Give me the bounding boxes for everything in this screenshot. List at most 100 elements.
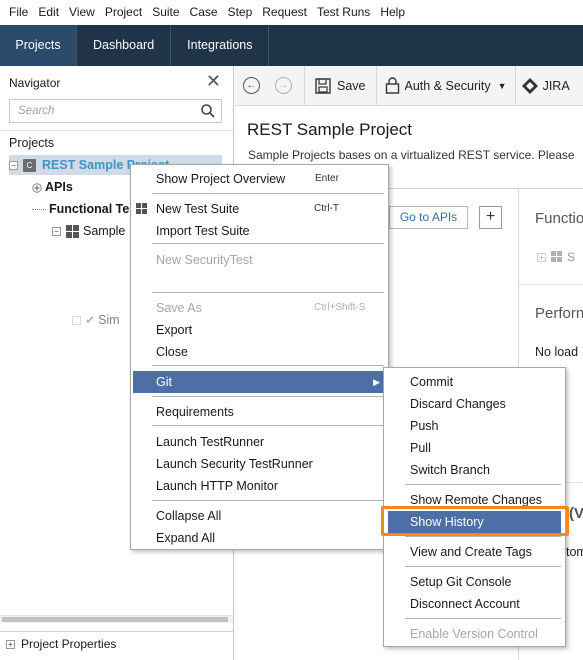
tab-dashboard[interactable]: Dashboard xyxy=(77,25,172,66)
menu-item-git[interactable]: Git ▶ xyxy=(133,371,386,393)
menu-request[interactable]: Request xyxy=(257,0,312,25)
menu-item-push[interactable]: Push xyxy=(384,415,565,437)
apis-label: APIs xyxy=(45,180,73,194)
menu-item-expand-all[interactable]: Expand All xyxy=(131,527,388,549)
menu-step[interactable]: Step xyxy=(223,0,258,25)
menu-item-label: Launch HTTP Monitor xyxy=(156,479,279,493)
navigator-search-input[interactable]: Search xyxy=(9,99,222,123)
auth-security-label: Auth & Security xyxy=(404,78,491,93)
menu-item-label: Launch TestRunner xyxy=(156,435,265,449)
tree-item-apis[interactable]: APIs xyxy=(32,177,73,197)
menu-item-label: Close xyxy=(156,345,188,359)
menu-suite[interactable]: Suite xyxy=(147,0,184,25)
menu-separator xyxy=(152,292,384,293)
menu-item-launch-http-monitor[interactable]: Launch HTTP Monitor xyxy=(131,475,388,497)
menu-test-runs[interactable]: Test Runs xyxy=(312,0,375,25)
menu-item-commit[interactable]: Commit xyxy=(384,371,565,393)
expand-toggle-icon[interactable]: + xyxy=(6,639,15,649)
menu-file[interactable]: File xyxy=(4,0,33,25)
tab-integrations[interactable]: Integrations xyxy=(171,25,270,66)
menu-item-setup-git-console[interactable]: Setup Git Console xyxy=(384,571,565,593)
menu-separator xyxy=(152,365,384,366)
menu-item-label: Enable Version Control xyxy=(410,627,538,641)
back-icon[interactable]: ← xyxy=(243,77,260,94)
menu-bar: File Edit View Project Suite Case Step R… xyxy=(0,0,583,25)
menu-item-disconnect-account[interactable]: Disconnect Account xyxy=(384,593,565,615)
expand-toggle-icon[interactable]: + xyxy=(537,252,546,262)
functional-suite-item[interactable]: + S xyxy=(537,250,575,264)
main-tab-bar: Projects Dashboard Integrations xyxy=(0,25,583,66)
navigator-header: Navigator ✕ xyxy=(0,66,233,98)
add-button[interactable]: + xyxy=(479,206,502,229)
menu-item-save-as[interactable]: Save As Ctrl+Shift-S xyxy=(131,297,388,319)
tree-item-suite[interactable]: − Sample xyxy=(52,221,125,241)
project-properties-toggle[interactable]: + Project Properties xyxy=(6,637,116,651)
menu-item-launch-security-testrunner[interactable]: Launch Security TestRunner xyxy=(131,453,388,475)
jira-icon xyxy=(521,77,538,94)
projects-label: Projects xyxy=(9,136,55,150)
close-icon[interactable]: ✕ xyxy=(206,72,221,90)
menu-item-pull[interactable]: Pull xyxy=(384,437,565,459)
menu-item-export[interactable]: Export xyxy=(131,319,388,341)
menu-item-new-securitytest[interactable]: New SecurityTest xyxy=(131,249,388,271)
menu-item-label: Collapse All xyxy=(156,509,222,523)
menu-item-shortcut: Ctrl-T xyxy=(314,203,339,214)
menu-edit[interactable]: Edit xyxy=(33,0,64,25)
save-button[interactable]: Save xyxy=(315,77,366,94)
menu-item-view-and-create-tags[interactable]: View and Create Tags xyxy=(384,541,565,563)
menu-help[interactable]: Help xyxy=(375,0,410,25)
scrollbar-thumb[interactable] xyxy=(2,617,228,622)
collapse-toggle-icon[interactable] xyxy=(72,315,81,325)
no-load-text: No load xyxy=(535,345,579,359)
search-icon[interactable] xyxy=(200,103,216,119)
menu-item-launch-testrunner[interactable]: Launch TestRunner xyxy=(131,431,388,453)
auth-security-dropdown[interactable]: Auth & Security ▼ xyxy=(385,77,507,94)
menu-item-label: Import Test Suite xyxy=(156,224,250,238)
tree-item-case[interactable]: ✔ Sim xyxy=(72,310,120,330)
save-label: Save xyxy=(337,78,366,93)
menu-item-show-project-overview[interactable]: Show Project Overview Enter xyxy=(131,168,388,190)
menu-item-requirements[interactable]: Requirements xyxy=(131,401,388,423)
divider xyxy=(514,65,516,106)
forward-icon[interactable]: → xyxy=(275,77,292,94)
functional-label: Functional Te xyxy=(49,202,130,216)
menu-separator xyxy=(152,500,384,501)
menu-item-label: View and Create Tags xyxy=(410,545,532,559)
test-suite-icon xyxy=(66,224,79,238)
menu-case[interactable]: Case xyxy=(185,0,223,25)
menu-item-label: Save As xyxy=(156,301,202,315)
go-to-apis-button[interactable]: Go to APIs xyxy=(389,206,468,229)
menu-item-label: New Test Suite xyxy=(156,202,240,216)
project-context-menu: Show Project Overview Enter New Test Sui… xyxy=(130,164,389,550)
expand-plus-icon[interactable] xyxy=(32,182,42,193)
jira-button[interactable]: JIRA xyxy=(521,77,570,94)
menu-item-collapse-all[interactable]: Collapse All xyxy=(131,505,388,527)
tree-item-functional[interactable]: Functional Te xyxy=(32,199,129,219)
tab-projects[interactable]: Projects xyxy=(0,25,77,66)
collapse-toggle-icon[interactable]: − xyxy=(52,226,61,236)
project-title: REST Sample Project xyxy=(247,120,413,139)
collapse-toggle-icon[interactable]: − xyxy=(9,160,18,170)
test-suite-icon xyxy=(551,251,562,262)
menu-view[interactable]: View xyxy=(64,0,100,25)
project-icon: C xyxy=(23,158,36,172)
menu-item-label: Launch Security TestRunner xyxy=(156,457,313,471)
horizontal-scrollbar[interactable] xyxy=(0,615,233,623)
menu-item-shortcut: Ctrl+Shift-S xyxy=(314,302,366,313)
divider xyxy=(375,65,377,106)
menu-project[interactable]: Project xyxy=(100,0,147,25)
menu-item-shortcut: Enter xyxy=(315,173,339,184)
project-toolbar: ← → Save Auth & Security ▼ JIRA xyxy=(235,65,583,106)
menu-separator xyxy=(405,566,561,567)
menu-item-enable-version-control[interactable]: Enable Version Control xyxy=(384,623,565,645)
menu-item-close[interactable]: Close xyxy=(131,341,388,363)
functional-item-label: S xyxy=(567,250,576,264)
menu-item-discard-changes[interactable]: Discard Changes xyxy=(384,393,565,415)
lock-icon xyxy=(385,77,399,94)
menu-item-new-test-suite[interactable]: New Test Suite Ctrl-T xyxy=(131,198,388,220)
menu-item-switch-branch[interactable]: Switch Branch xyxy=(384,459,565,481)
functional-section-heading: Functio xyxy=(535,210,583,227)
menu-item-import-test-suite[interactable]: Import Test Suite xyxy=(131,220,388,242)
jira-label: JIRA xyxy=(542,78,570,93)
menu-separator xyxy=(405,536,561,537)
